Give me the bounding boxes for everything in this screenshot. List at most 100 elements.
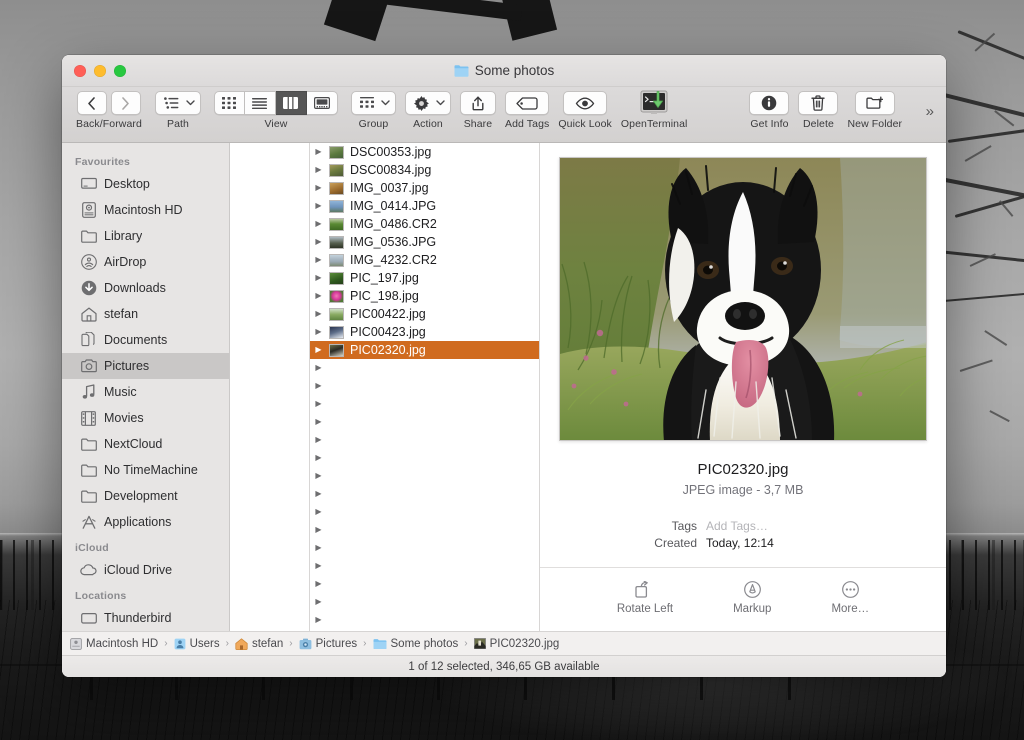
sidebar-item-stefan[interactable]: stefan (62, 301, 229, 327)
disclosure-arrow-icon[interactable]: ▶ (314, 148, 323, 156)
sidebar-item-desktop[interactable]: Desktop (62, 171, 229, 197)
group-button[interactable] (350, 91, 396, 115)
breadcrumb-macintosh-hd[interactable]: Macintosh HD (70, 638, 158, 650)
gallery-view-button[interactable] (306, 91, 338, 115)
file-row[interactable]: ▶ IMG_0536.JPG (310, 233, 539, 251)
path-button[interactable] (154, 91, 201, 115)
toolbar-label-group: Group (358, 118, 389, 130)
file-row[interactable]: ▶ IMG_0037.jpg (310, 179, 539, 197)
sidebar-item-icloud-drive[interactable]: iCloud Drive (62, 557, 229, 583)
finder-toolbar[interactable]: Back/Forward Path View Group Action Shar… (62, 87, 946, 143)
file-row[interactable]: ▶ IMG_0486.CR2 (310, 215, 539, 233)
breadcrumb-pic02320[interactable]: PIC02320.jpg (473, 638, 559, 650)
file-row[interactable]: ▶ PIC00423.jpg (310, 323, 539, 341)
desktop-icon (80, 176, 97, 193)
close-button[interactable] (74, 64, 86, 77)
file-row[interactable]: ▶ IMG_0414.JPG (310, 197, 539, 215)
sidebar-item-documents[interactable]: Documents (62, 327, 229, 353)
sidebar-item-airdrop[interactable]: AirDrop (62, 249, 229, 275)
file-row[interactable]: ▶ PIC_198.jpg (310, 287, 539, 305)
breadcrumb-pictures[interactable]: Pictures (299, 638, 357, 650)
finder-window[interactable]: Some photos Back/Forward Path View Group… (62, 55, 946, 677)
sidebar-item-applications[interactable]: Applications (62, 509, 229, 535)
breadcrumb-stefan[interactable]: stefan (235, 638, 283, 650)
airdrop-icon (80, 254, 97, 271)
sidebar-item-no-timemachine[interactable]: No TimeMachine (62, 457, 229, 483)
sidebar-item-label: Macintosh HD (104, 203, 183, 217)
sidebar-item-label: Thunderbird (104, 611, 172, 625)
toolbar-group-quick-look: Quick Look (558, 91, 612, 130)
get-info-button[interactable] (749, 91, 790, 115)
file-row[interactable]: ▶ IMG_4232.CR2 (310, 251, 539, 269)
disclosure-arrow-icon[interactable]: ▶ (314, 346, 323, 354)
file-row[interactable]: ▶ PIC_197.jpg (310, 269, 539, 287)
file-name: DSC00353.jpg (350, 145, 432, 159)
maximize-button[interactable] (114, 64, 126, 77)
delete-button[interactable] (798, 91, 839, 115)
toolbar-overflow-button[interactable]: » (926, 103, 934, 120)
list-view-button[interactable] (244, 91, 276, 115)
disclosure-arrow-icon[interactable]: ▶ (314, 256, 323, 264)
new-folder-button[interactable] (854, 91, 895, 115)
disclosure-arrow-icon[interactable]: ▶ (314, 166, 323, 174)
column-view-button[interactable] (275, 91, 307, 115)
disclosure-arrow-icon[interactable]: ▶ (314, 238, 323, 246)
sidebar-item-thunderbird[interactable]: Thunderbird (62, 605, 229, 631)
preview-file-kind-size: JPEG image - 3,7 MB (682, 483, 804, 497)
metadata-key: Tags (671, 519, 697, 533)
file-row[interactable]: ▶ DSC00353.jpg (310, 143, 539, 161)
sidebar-item-downloads[interactable]: Downloads (62, 275, 229, 301)
file-row[interactable]: ▶ PIC00422.jpg (310, 305, 539, 323)
breadcrumb-users[interactable]: Users (174, 638, 220, 650)
sidebar-item-library[interactable]: Library (62, 223, 229, 249)
sidebar-item-music[interactable]: Music (62, 379, 229, 405)
sidebar-item-nextcloud[interactable]: NextCloud (62, 431, 229, 457)
file-row[interactable]: ▶ DSC00834.jpg (310, 161, 539, 179)
traffic-light-buttons[interactable] (62, 64, 126, 77)
path-bar[interactable]: Macintosh HD › Users › stefan › Pictures… (62, 631, 946, 655)
sidebar-item-development[interactable]: Development (62, 483, 229, 509)
share-button[interactable] (459, 91, 496, 115)
icon-view-button[interactable] (213, 91, 245, 115)
pictures-icon (80, 358, 97, 375)
action-button[interactable] (404, 91, 451, 115)
rotate-left-button[interactable]: Rotate Left (617, 581, 673, 615)
back-button[interactable] (76, 91, 107, 115)
disclosure-arrow-icon[interactable]: ▶ (314, 310, 323, 318)
file-name: PIC02320.jpg (350, 343, 426, 357)
sidebar[interactable]: Favourites Desktop Macintosh HD Library (62, 143, 230, 631)
toolbar-group-view: View (213, 91, 338, 130)
window-titlebar[interactable]: Some photos (62, 55, 946, 87)
file-thumbnail (329, 271, 344, 285)
disclosure-arrow-icon: ▶ (315, 399, 322, 408)
disclosure-arrow-icon[interactable]: ▶ (314, 328, 323, 336)
sidebar-item-label: Library (104, 229, 143, 243)
column-file-list[interactable]: ▶ DSC00353.jpg ▶ DSC00834.jpg ▶ IMG_0037… (310, 143, 540, 631)
disclosure-arrow-icon[interactable]: ▶ (314, 220, 323, 228)
column-parent-empty[interactable] (230, 143, 310, 631)
file-row-empty: ▶ (310, 539, 539, 557)
breadcrumb-separator: › (225, 638, 229, 649)
disclosure-arrow-icon[interactable]: ▶ (314, 274, 323, 282)
sidebar-item-label: Movies (104, 411, 144, 425)
sidebar-item-movies[interactable]: Movies (62, 405, 229, 431)
file-row-empty: ▶ (310, 503, 539, 521)
disclosure-arrow-icon[interactable]: ▶ (314, 184, 323, 192)
disclosure-arrow-icon[interactable]: ▶ (314, 292, 323, 300)
sidebar-item-macintosh-hd[interactable]: Macintosh HD (62, 197, 229, 223)
open-terminal-button[interactable] (639, 90, 669, 115)
sidebar-item-pictures[interactable]: Pictures (62, 353, 229, 379)
more-button[interactable]: More… (831, 581, 869, 615)
add-tags-field[interactable]: Add Tags… (706, 519, 768, 533)
file-thumbnail (329, 145, 344, 159)
markup-button[interactable]: Markup (733, 581, 771, 615)
minimize-button[interactable] (94, 64, 106, 77)
add-tags-button[interactable] (505, 91, 550, 115)
file-row[interactable]: ▶ PIC02320.jpg (310, 341, 539, 359)
quick-look-button[interactable] (563, 91, 608, 115)
breadcrumb-some-photos[interactable]: Some photos (373, 638, 458, 650)
sidebar-item-label: Development (104, 489, 178, 503)
disclosure-arrow-icon[interactable]: ▶ (314, 202, 323, 210)
forward-button[interactable] (110, 91, 141, 115)
rotate-left-label: Rotate Left (616, 603, 674, 615)
